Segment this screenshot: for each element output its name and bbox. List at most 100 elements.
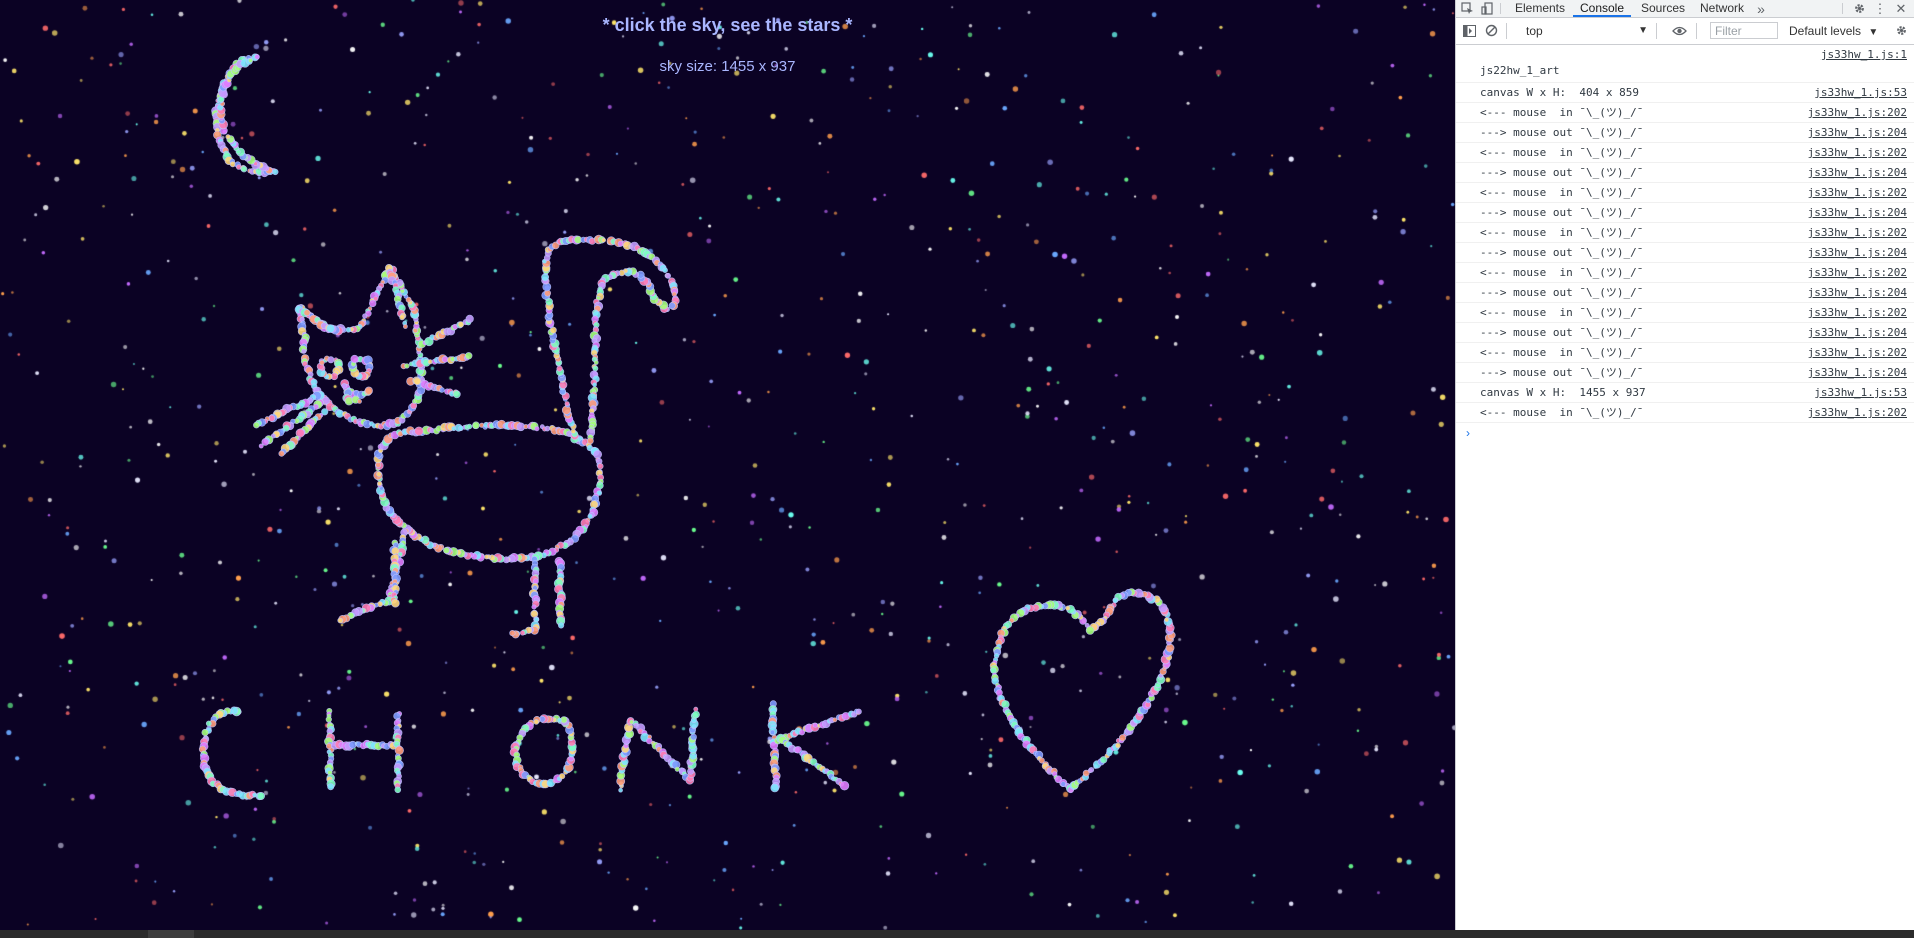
- log-source-link[interactable]: js33hw_1.js:204: [1808, 163, 1907, 182]
- log-message: ---> mouse out ¯\_(ツ)_/¯: [1480, 126, 1644, 139]
- log-source-link[interactable]: js33hw_1.js:204: [1808, 363, 1907, 382]
- device-toolbar-icon[interactable]: [1478, 0, 1496, 17]
- cat-legs: [337, 528, 566, 639]
- tab-sources[interactable]: Sources: [1637, 0, 1689, 17]
- log-source-link[interactable]: js33hw_1.js:204: [1808, 123, 1907, 142]
- sky-title: * click the sky, see the stars *: [602, 15, 853, 35]
- log-source-link[interactable]: js33hw_1.js:53: [1814, 83, 1907, 102]
- log-message: <--- mouse in ¯\_(ツ)_/¯: [1480, 406, 1644, 419]
- console-log-row: <--- mouse in ¯\_(ツ)_/¯ js33hw_1.js:202: [1456, 263, 1914, 283]
- log-message: ---> mouse out ¯\_(ツ)_/¯: [1480, 206, 1644, 219]
- filter-input[interactable]: [1710, 22, 1778, 39]
- log-message: <--- mouse in ¯\_(ツ)_/¯: [1480, 306, 1644, 319]
- letter-n: [616, 706, 700, 793]
- log-message: <--- mouse in ¯\_(ツ)_/¯: [1480, 226, 1644, 239]
- inspect-element-icon[interactable]: [1458, 0, 1476, 17]
- tab-console[interactable]: Console: [1573, 0, 1631, 17]
- log-source-link[interactable]: js33hw_1.js:202: [1808, 223, 1907, 242]
- log-message: ---> mouse out ¯\_(ツ)_/¯: [1480, 166, 1644, 179]
- log-source-link[interactable]: js33hw_1.js:204: [1808, 243, 1907, 262]
- log-message: <--- mouse in ¯\_(ツ)_/¯: [1480, 266, 1644, 279]
- log-source-link[interactable]: js33hw_1.js:202: [1808, 183, 1907, 202]
- letter-h: [324, 707, 404, 794]
- log-source-link[interactable]: js33hw_1.js:202: [1808, 103, 1907, 122]
- dot-art-drawing: [198, 53, 1176, 801]
- console-log-row: js22hw_1_art js33hw_1.js:1: [1456, 45, 1914, 83]
- log-source-link[interactable]: js33hw_1.js:202: [1808, 263, 1907, 282]
- eye-icon[interactable]: [1670, 22, 1688, 39]
- cat-eye-left: [316, 355, 344, 381]
- kebab-menu-icon[interactable]: ⋮: [1871, 0, 1889, 17]
- log-message: <--- mouse in ¯\_(ツ)_/¯: [1480, 146, 1644, 159]
- log-message: <--- mouse in ¯\_(ツ)_/¯: [1480, 346, 1644, 359]
- close-icon[interactable]: ✕: [1892, 0, 1910, 17]
- console-log-row: canvas W x H: 404 x 859 js33hw_1.js:53: [1456, 83, 1914, 103]
- cat-body: [373, 419, 604, 564]
- sidebar-toggle-icon[interactable]: [1460, 22, 1478, 39]
- console-log-row: ---> mouse out ¯\_(ツ)_/¯ js33hw_1.js:204: [1456, 123, 1914, 143]
- tab-elements[interactable]: Elements: [1511, 0, 1569, 17]
- gear-icon[interactable]: [1850, 0, 1868, 17]
- console-log-row: <--- mouse in ¯\_(ツ)_/¯ js33hw_1.js:202: [1456, 143, 1914, 163]
- log-source-link[interactable]: js33hw_1.js:202: [1808, 143, 1907, 162]
- console-log-row: ---> mouse out ¯\_(ツ)_/¯ js33hw_1.js:204: [1456, 163, 1914, 183]
- cat-whiskers-right: [400, 314, 474, 399]
- devtools-panel: Elements Console Sources Network » ⋮ ✕ t…: [1455, 0, 1914, 930]
- heart-drawing: [989, 588, 1176, 794]
- console-prompt[interactable]: ›: [1456, 423, 1914, 443]
- cat-eye-right: [347, 354, 374, 381]
- log-levels-dropdown[interactable]: Default levels ▼: [1789, 23, 1878, 41]
- clear-console-icon[interactable]: [1482, 22, 1500, 39]
- log-message: <--- mouse in ¯\_(ツ)_/¯: [1480, 106, 1644, 119]
- cat-mouth: [340, 379, 373, 406]
- log-source-link[interactable]: js33hw_1.js:202: [1808, 303, 1907, 322]
- cat-tail: [541, 234, 680, 445]
- log-message: canvas W x H: 404 x 859: [1480, 86, 1639, 99]
- log-message: <--- mouse in ¯\_(ツ)_/¯: [1480, 186, 1644, 199]
- prompt-chevron-icon: ›: [1466, 426, 1470, 440]
- console-log-row: <--- mouse in ¯\_(ツ)_/¯ js33hw_1.js:202: [1456, 343, 1914, 363]
- console-log-row: ---> mouse out ¯\_(ツ)_/¯ js33hw_1.js:204: [1456, 283, 1914, 303]
- letter-o: [509, 714, 577, 789]
- log-message: canvas W x H: 1455 x 937: [1480, 386, 1646, 399]
- cat-whiskers-left: [253, 390, 330, 457]
- console-log-row: <--- mouse in ¯\_(ツ)_/¯ js33hw_1.js:202: [1456, 103, 1914, 123]
- log-source-link[interactable]: js33hw_1.js:204: [1808, 323, 1907, 342]
- context-value: top: [1526, 24, 1543, 38]
- log-source-link[interactable]: js33hw_1.js:53: [1814, 383, 1907, 402]
- console-log-row: ---> mouse out ¯\_(ツ)_/¯ js33hw_1.js:204: [1456, 363, 1914, 383]
- log-source-link[interactable]: js33hw_1.js:202: [1808, 403, 1907, 422]
- bottom-scrollbar[interactable]: [0, 930, 1914, 938]
- log-source-link[interactable]: js33hw_1.js:1: [1821, 45, 1907, 64]
- devtools-tab-bar: Elements Console Sources Network » ⋮ ✕: [1456, 0, 1914, 18]
- log-levels-label: Default levels: [1789, 24, 1862, 38]
- log-source-link[interactable]: js33hw_1.js:204: [1808, 283, 1907, 302]
- sky-size-label: sky size: 1455 x 937: [659, 58, 796, 75]
- log-message: ---> mouse out ¯\_(ツ)_/¯: [1480, 366, 1644, 379]
- log-source-link[interactable]: js33hw_1.js:204: [1808, 203, 1907, 222]
- console-log-row: ---> mouse out ¯\_(ツ)_/¯ js33hw_1.js:204: [1456, 243, 1914, 263]
- console-log-row: ---> mouse out ¯\_(ツ)_/¯ js33hw_1.js:204: [1456, 323, 1914, 343]
- dropdown-arrow-icon: ▼: [1868, 27, 1879, 38]
- double-chevron-icon[interactable]: »: [1752, 0, 1770, 17]
- log-message: js22hw_1_art: [1480, 64, 1560, 77]
- console-log: js22hw_1_art js33hw_1.js:1canvas W x H: 4…: [1456, 45, 1914, 423]
- console-toolbar: top ▼ Default levels ▼: [1456, 18, 1914, 45]
- tab-network[interactable]: Network: [1694, 0, 1750, 17]
- console-log-row: <--- mouse in ¯\_(ツ)_/¯ js33hw_1.js:202: [1456, 303, 1914, 323]
- console-log-row: <--- mouse in ¯\_(ツ)_/¯ js33hw_1.js:202: [1456, 403, 1914, 423]
- console-log-row: <--- mouse in ¯\_(ツ)_/¯ js33hw_1.js:202: [1456, 223, 1914, 243]
- sky-canvas[interactable]: * click the sky, see the stars * sky siz…: [0, 0, 1455, 930]
- log-message: ---> mouse out ¯\_(ツ)_/¯: [1480, 246, 1644, 259]
- console-log-row: ---> mouse out ¯\_(ツ)_/¯ js33hw_1.js:204: [1456, 203, 1914, 223]
- dropdown-arrow-icon: ▼: [1638, 25, 1648, 36]
- scrollbar-thumb[interactable]: [148, 930, 194, 938]
- log-message: ---> mouse out ¯\_(ツ)_/¯: [1480, 286, 1644, 299]
- log-source-link[interactable]: js33hw_1.js:202: [1808, 343, 1907, 362]
- console-settings-gear-icon[interactable]: [1892, 22, 1910, 39]
- console-log-row: canvas W x H: 1455 x 937 js33hw_1.js:53: [1456, 383, 1914, 403]
- log-message: ---> mouse out ¯\_(ツ)_/¯: [1480, 326, 1644, 339]
- console-log-row: <--- mouse in ¯\_(ツ)_/¯ js33hw_1.js:202: [1456, 183, 1914, 203]
- letter-c: [198, 706, 265, 801]
- context-select[interactable]: top ▼: [1526, 23, 1648, 39]
